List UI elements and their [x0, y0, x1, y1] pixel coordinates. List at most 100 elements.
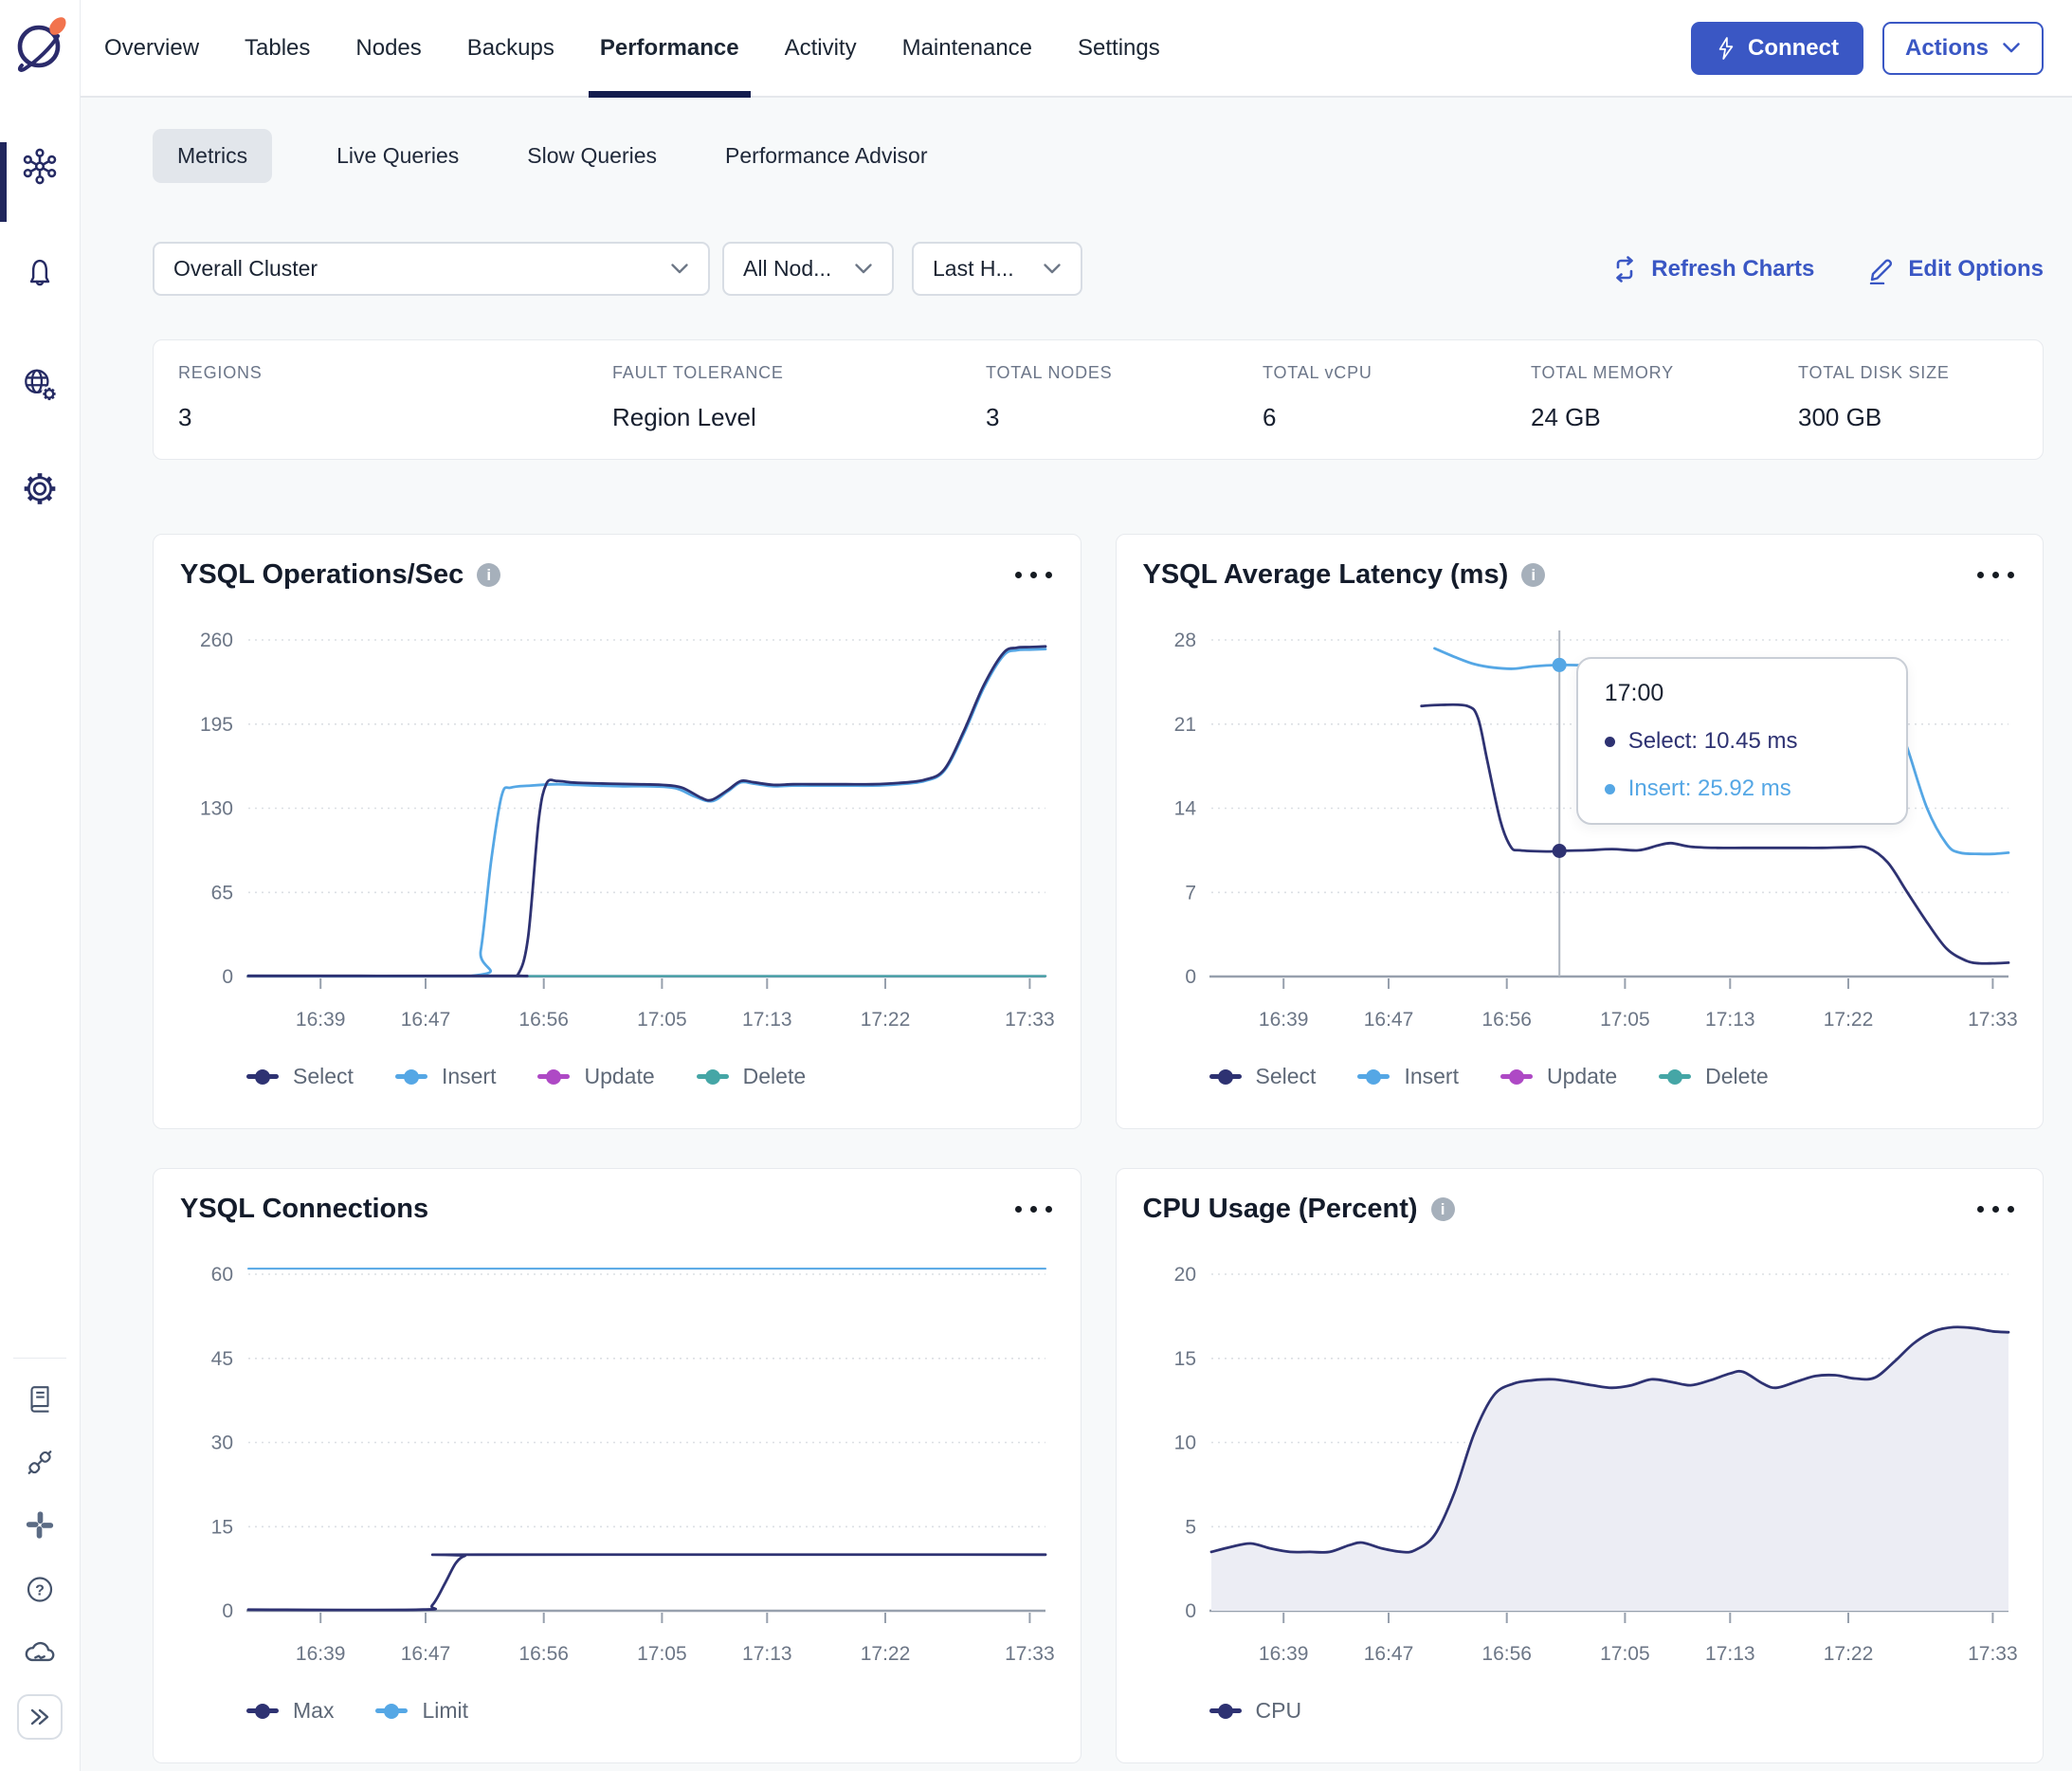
legend-marker-icon [375, 1703, 409, 1719]
stat-value: 300 GB [1798, 403, 1882, 431]
help-icon[interactable]: ? [23, 1573, 57, 1612]
legend-marker-icon [1209, 1068, 1242, 1085]
svg-text:16:56: 16:56 [518, 1009, 569, 1031]
bolt-icon [1718, 36, 1734, 60]
stat-total-disk: TOTAL DISK SIZE 300 GB [1798, 363, 1950, 432]
chart-title: YSQL Operations/Sec [180, 559, 464, 590]
subtab-metrics[interactable]: Metrics [153, 129, 273, 183]
legend-item-update[interactable]: Update [537, 1064, 655, 1089]
tab-tables[interactable]: Tables [245, 0, 310, 96]
info-icon[interactable] [1521, 563, 1546, 587]
cluster-select[interactable]: Overall Cluster [153, 242, 710, 296]
slack-icon[interactable] [24, 1509, 56, 1546]
svg-text:17:13: 17:13 [742, 1009, 792, 1031]
cluster-stats-panel: REGIONS 3 FAULT TOLERANCE Region Level T… [153, 339, 2044, 460]
sidebar-expand-button[interactable] [17, 1694, 63, 1740]
edit-options-button[interactable]: Edit Options [1867, 254, 2044, 284]
tab-overview[interactable]: Overview [104, 0, 199, 96]
cloud-status-icon[interactable] [22, 1634, 58, 1675]
svg-text:5: 5 [1185, 1516, 1196, 1538]
svg-text:10: 10 [1173, 1433, 1195, 1454]
time-range-select[interactable]: Last H... [912, 242, 1082, 296]
subtab-performance-advisor[interactable]: Performance Advisor [721, 129, 931, 183]
legend-item-max[interactable]: Max [246, 1698, 334, 1724]
alerts-bell-icon[interactable] [22, 255, 58, 296]
legend-item-select[interactable]: Select [246, 1064, 354, 1089]
legend-item-select[interactable]: Select [1209, 1064, 1316, 1089]
tooltip-row: Select: 10.45 ms [1604, 728, 1880, 755]
info-icon[interactable] [1430, 1197, 1455, 1221]
tab-maintenance[interactable]: Maintenance [902, 0, 1032, 96]
chart-menu-button[interactable] [1013, 566, 1054, 584]
chart-ysql-operations: YSQL Operations/Sec 0 65 130 195 260 16:39 16:… [153, 534, 1081, 1129]
tab-settings[interactable]: Settings [1078, 0, 1160, 96]
subtab-slow-queries[interactable]: Slow Queries [523, 129, 661, 183]
svg-text:0: 0 [1185, 966, 1196, 988]
svg-text:14: 14 [1173, 798, 1196, 820]
nodes-select[interactable]: All Nod... [722, 242, 894, 296]
chart-plot: 0 7 14 21 28 16:39 16:47 16:56 17:05 17:13 17:22 17… [1143, 612, 2017, 1062]
settings-gear-icon[interactable] [20, 469, 60, 514]
legend-marker-icon [246, 1703, 279, 1719]
chart-menu-button[interactable] [1975, 1200, 2016, 1218]
legend-item-insert[interactable]: Insert [394, 1064, 496, 1089]
svg-text:15: 15 [211, 1516, 233, 1538]
stat-label: TOTAL NODES [986, 363, 1113, 382]
legend-item-insert[interactable]: Insert [1357, 1064, 1459, 1089]
tab-activity[interactable]: Activity [785, 0, 857, 96]
chart-legend: CPU [1209, 1698, 2017, 1724]
cluster-hub-icon[interactable] [21, 148, 59, 191]
svg-text:?: ? [35, 1583, 45, 1599]
svg-text:60: 60 [211, 1264, 233, 1286]
svg-text:0: 0 [1185, 1600, 1196, 1622]
pencil-icon [1870, 258, 1893, 284]
sidebar: ? [0, 0, 81, 1771]
edit-options-label: Edit Options [1908, 255, 2044, 282]
legend-item-delete[interactable]: Delete [696, 1064, 806, 1089]
stat-total-memory: TOTAL MEMORY 24 GB [1531, 363, 1798, 432]
refresh-charts-button[interactable]: Refresh Charts [1610, 255, 1814, 283]
docs-book-icon[interactable] [24, 1383, 56, 1420]
actions-button[interactable]: Actions [1881, 21, 2044, 75]
chevron-down-icon [1044, 264, 1061, 274]
subtab-live-queries[interactable]: Live Queries [333, 129, 463, 183]
svg-text:45: 45 [211, 1348, 233, 1370]
tooltip-time: 17:00 [1604, 680, 1664, 706]
svg-text:17:33: 17:33 [1005, 1009, 1055, 1031]
stat-value: 6 [1263, 403, 1277, 431]
svg-text:20: 20 [1173, 1264, 1195, 1286]
legend-item-cpu[interactable]: CPU [1209, 1698, 1301, 1724]
brand-logo[interactable] [9, 13, 70, 81]
svg-text:16:39: 16:39 [296, 1009, 346, 1031]
legend-marker-icon [1499, 1068, 1533, 1085]
integrations-plug-icon[interactable] [23, 1446, 57, 1485]
legend-item-update[interactable]: Update [1499, 1064, 1617, 1089]
top-nav: Overview Tables Nodes Backups Performanc… [81, 0, 2072, 98]
svg-text:16:47: 16:47 [401, 1643, 451, 1665]
tab-performance[interactable]: Performance [588, 0, 751, 98]
chart-title: CPU Usage (Percent) [1142, 1194, 1418, 1224]
active-nav-indicator [0, 142, 7, 222]
svg-text:17:33: 17:33 [1005, 1643, 1055, 1665]
network-globe-gear-icon[interactable] [20, 365, 60, 410]
legend-item-limit[interactable]: Limit [375, 1698, 468, 1724]
nodes-select-value: All Nod... [743, 256, 832, 281]
chevron-down-icon [2003, 43, 2020, 53]
stat-value: Region Level [612, 403, 756, 431]
tab-nodes[interactable]: Nodes [355, 0, 421, 96]
tab-backups[interactable]: Backups [467, 0, 554, 96]
chart-canvas: 0 15 30 45 60 16:39 16:47 16:56 17:05 17:13 17:22 1… [211, 1264, 1055, 1665]
chart-legend: Max Limit [246, 1698, 1054, 1724]
legend-marker-icon [1209, 1703, 1242, 1719]
chart-ysql-connections: YSQL Connections 0 15 30 45 60 16:39 16:47 16:5… [153, 1168, 1081, 1763]
svg-text:21: 21 [1173, 714, 1195, 736]
chart-menu-button[interactable] [1013, 1200, 1054, 1218]
svg-text:17:22: 17:22 [861, 1009, 911, 1031]
chart-legend: Select Insert Update Delete [1209, 1064, 2017, 1089]
chart-menu-button[interactable] [1975, 566, 2016, 584]
info-icon[interactable] [477, 563, 501, 587]
legend-item-delete[interactable]: Delete [1659, 1064, 1769, 1089]
svg-text:17:22: 17:22 [1823, 1643, 1873, 1665]
connect-button[interactable]: Connect [1690, 21, 1863, 75]
sidebar-divider [13, 1358, 66, 1359]
